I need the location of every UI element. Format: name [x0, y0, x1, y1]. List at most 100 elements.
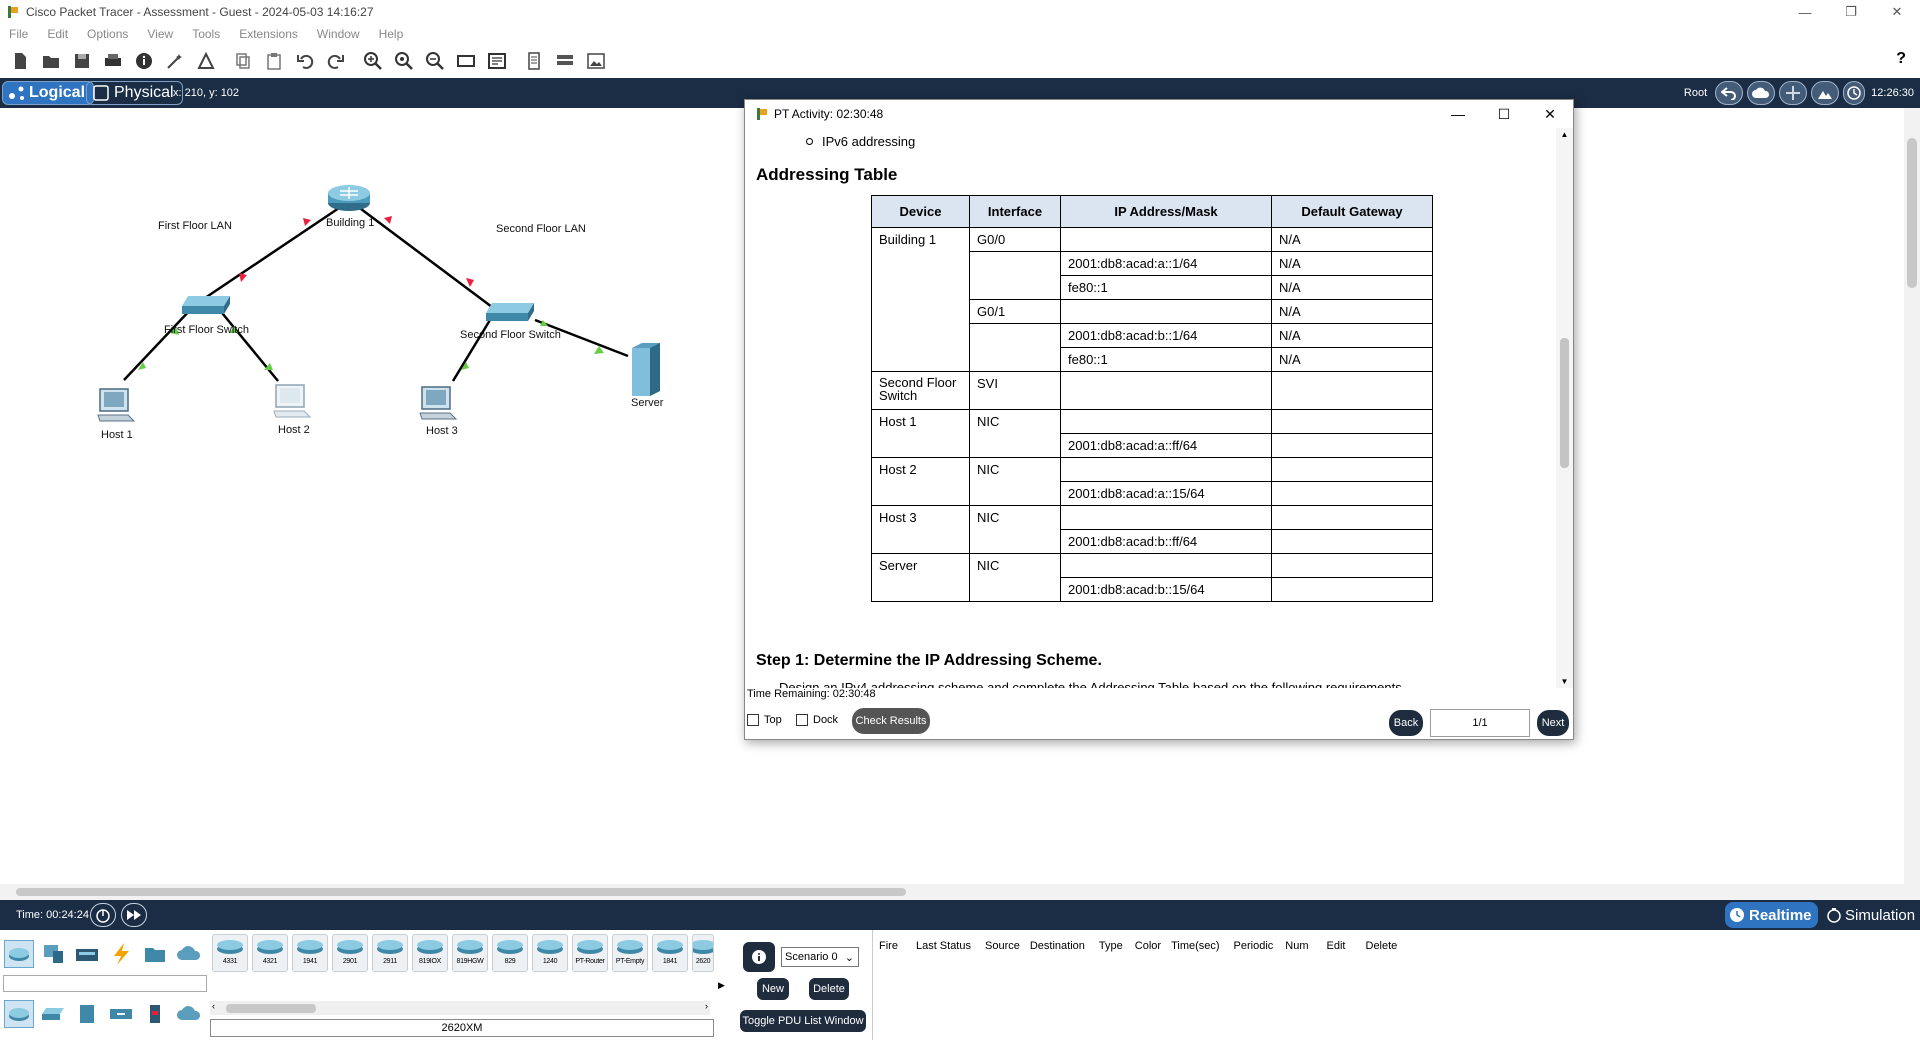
device-list-scrollbar[interactable]: ‹ › — [210, 1001, 710, 1015]
menu-file[interactable]: File — [9, 27, 28, 41]
wan-emulation-subcategory-icon[interactable] — [174, 1000, 204, 1028]
back-button[interactable]: Back — [1389, 710, 1423, 736]
pdu-icon[interactable] — [522, 49, 546, 73]
scroll-thumb[interactable] — [1560, 338, 1569, 468]
pc-icon[interactable] — [96, 387, 136, 425]
wireless-subcategory-icon[interactable] — [106, 1000, 136, 1028]
info-icon[interactable] — [132, 49, 156, 73]
check-results-button[interactable]: Check Results — [852, 708, 930, 734]
hubs-subcategory-icon[interactable] — [72, 1000, 102, 1028]
miscellaneous-category-icon[interactable] — [140, 940, 170, 968]
new-file-icon[interactable] — [8, 49, 32, 73]
device-tile-2620[interactable]: 2620 — [692, 934, 714, 972]
custom-device-icon[interactable] — [485, 49, 509, 73]
redo-icon[interactable] — [324, 49, 348, 73]
cluster-icon[interactable] — [553, 49, 577, 73]
device-tile-829[interactable]: 829 — [492, 934, 528, 972]
device-tile-4321[interactable]: 4321 — [252, 934, 288, 972]
help-icon[interactable]: ? — [1896, 50, 1906, 68]
top-checkbox[interactable]: Top — [747, 714, 782, 726]
security-subcategory-icon[interactable] — [140, 1000, 170, 1028]
device-tile-2901[interactable]: 2901 — [332, 934, 368, 972]
device-tile-pt-router[interactable]: PT-Router — [572, 934, 608, 972]
switch-icon[interactable] — [484, 301, 536, 323]
menu-window[interactable]: Window — [317, 27, 360, 41]
device-tile-1941[interactable]: 1941 — [292, 934, 328, 972]
undo-icon[interactable] — [293, 49, 317, 73]
dock-checkbox[interactable]: Dock — [796, 714, 838, 726]
viewport-icon[interactable] — [584, 49, 608, 73]
scenario-select[interactable]: Scenario 0 ⌄ — [781, 947, 859, 967]
workspace-horizontal-scrollbar[interactable] — [0, 884, 1920, 900]
device-tile-pt-empty[interactable]: PT-Empty — [612, 934, 648, 972]
restore-button[interactable]: ❐ — [1828, 0, 1874, 24]
logical-tab[interactable]: Logical — [2, 81, 95, 105]
scroll-right-icon[interactable]: › — [705, 1001, 708, 1011]
simulation-button[interactable]: Simulation — [1822, 902, 1920, 928]
device-tile-1841[interactable]: 1841 — [652, 934, 688, 972]
device-tile-2911[interactable]: 2911 — [372, 934, 408, 972]
cloud-icon[interactable] — [1747, 81, 1776, 105]
scenario-info-icon[interactable] — [743, 942, 775, 972]
save-icon[interactable] — [70, 49, 94, 73]
scroll-thumb[interactable] — [16, 888, 906, 896]
workspace-vertical-scrollbar[interactable] — [1904, 108, 1920, 884]
scroll-down-icon[interactable]: ▼ — [1556, 677, 1573, 686]
copy-icon[interactable] — [231, 49, 255, 73]
menu-edit[interactable]: Edit — [47, 27, 68, 41]
pc-icon[interactable] — [272, 383, 312, 421]
components-category-icon[interactable] — [72, 940, 102, 968]
page-indicator[interactable]: 1/1 — [1430, 709, 1530, 737]
device-tile-819iox[interactable]: 819IOX — [412, 934, 448, 972]
dialog-maximize-button[interactable]: ☐ — [1481, 100, 1527, 128]
dialog-content[interactable]: IPv6 addressing Addressing Table Device … — [745, 128, 1557, 688]
switch-icon[interactable] — [180, 294, 232, 316]
end-devices-category-icon[interactable] — [38, 940, 68, 968]
minimize-button[interactable]: — — [1782, 0, 1828, 24]
device-tile-819hgw[interactable]: 819HGW — [452, 934, 488, 972]
menu-options[interactable]: Options — [87, 27, 128, 41]
toggle-pdu-list-button[interactable]: Toggle PDU List Window — [740, 1010, 866, 1032]
device-search-input[interactable] — [3, 975, 207, 992]
collapse-arrow-icon[interactable]: ▶ — [718, 980, 725, 991]
power-cycle-icon[interactable] — [90, 903, 116, 927]
connections-category-icon[interactable] — [106, 940, 136, 968]
dialog-close-button[interactable]: ✕ — [1527, 100, 1573, 128]
menu-tools[interactable]: Tools — [192, 27, 220, 41]
realtime-button[interactable]: Realtime — [1725, 902, 1818, 928]
physical-tab[interactable]: Physical — [86, 81, 183, 105]
dialog-minimize-button[interactable]: — — [1435, 100, 1481, 128]
server-icon[interactable] — [628, 342, 664, 398]
clock-icon[interactable] — [1843, 81, 1866, 105]
dialog-vertical-scrollbar[interactable]: ▲ ▼ — [1556, 128, 1573, 688]
fast-forward-icon[interactable] — [121, 903, 147, 927]
scroll-thumb[interactable] — [226, 1004, 316, 1013]
zoom-in-icon[interactable] — [361, 49, 385, 73]
routers-subcategory-icon[interactable] — [4, 1000, 34, 1028]
network-info-icon[interactable] — [194, 49, 218, 73]
device-tile-4331[interactable]: 4331 — [212, 934, 248, 972]
device-tile-1240[interactable]: 1240 — [532, 934, 568, 972]
multiuser-category-icon[interactable] — [174, 940, 204, 968]
back-arrow-icon[interactable] — [1715, 81, 1744, 105]
background-image-icon[interactable] — [1811, 81, 1840, 105]
zoom-out-icon[interactable] — [423, 49, 447, 73]
pc-icon[interactable] — [418, 385, 458, 423]
new-scenario-button[interactable]: New — [757, 978, 789, 1000]
delete-scenario-button[interactable]: Delete — [809, 978, 849, 1000]
scroll-thumb[interactable] — [1907, 138, 1917, 288]
next-button[interactable]: Next — [1537, 710, 1569, 736]
paste-icon[interactable] — [262, 49, 286, 73]
zoom-reset-icon[interactable] — [392, 49, 416, 73]
menu-help[interactable]: Help — [379, 27, 404, 41]
menu-extensions[interactable]: Extensions — [239, 27, 298, 41]
scroll-up-icon[interactable]: ▲ — [1556, 130, 1573, 139]
switches-subcategory-icon[interactable] — [38, 1000, 68, 1028]
router-icon[interactable] — [326, 181, 372, 213]
network-devices-category-icon[interactable] — [4, 940, 34, 968]
close-button[interactable]: ✕ — [1874, 0, 1920, 24]
print-icon[interactable] — [101, 49, 125, 73]
wizard-icon[interactable] — [163, 49, 187, 73]
open-folder-icon[interactable] — [39, 49, 63, 73]
menu-view[interactable]: View — [147, 27, 173, 41]
